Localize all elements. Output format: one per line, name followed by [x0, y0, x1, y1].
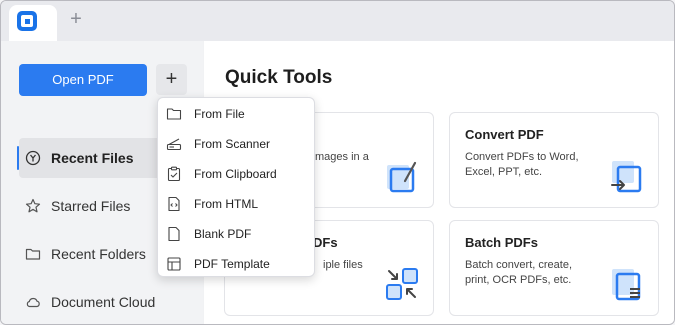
menu-item-label: From File [194, 107, 245, 121]
card-description: Batch convert, create, print, OCR PDFs, … [465, 259, 572, 286]
app-logo-icon [17, 11, 37, 31]
quick-tool-card-convert-pdf[interactable]: Convert PDF Convert PDFs to Word, Excel,… [449, 112, 659, 208]
blank-page-icon [166, 226, 182, 242]
menu-item-label: From Clipboard [194, 167, 277, 181]
image-to-pdf-icon [383, 157, 421, 195]
menu-item-from-file[interactable]: From File [158, 99, 314, 129]
convert-pdf-icon [608, 157, 646, 195]
sidebar-item-label: Recent Folders [51, 246, 146, 262]
menu-item-from-html[interactable]: From HTML [158, 189, 314, 219]
open-pdf-button[interactable]: Open PDF [19, 64, 147, 96]
scanner-icon [166, 136, 182, 152]
menu-item-from-clipboard[interactable]: From Clipboard [158, 159, 314, 189]
sidebar-item-label: Document Cloud [51, 294, 156, 310]
tab-bar: + [1, 1, 674, 41]
batch-pdfs-icon [608, 265, 646, 303]
folder-icon [24, 245, 42, 263]
menu-item-label: Blank PDF [194, 227, 252, 241]
html-file-icon [166, 196, 182, 212]
cloud-icon [24, 293, 42, 311]
menu-item-label: From Scanner [194, 137, 271, 151]
card-description: Convert PDFs to Word, Excel, PPT, etc. [465, 151, 579, 178]
create-pdf-menu: From File From Scanner From Clipboard Fr… [157, 97, 315, 277]
menu-item-blank-pdf[interactable]: Blank PDF [158, 219, 314, 249]
recent-files-icon [24, 149, 42, 167]
star-icon [24, 197, 42, 215]
clipboard-icon [166, 166, 182, 182]
template-icon [166, 256, 182, 272]
card-title: Convert PDF [465, 127, 544, 142]
menu-item-label: From HTML [194, 197, 258, 211]
card-title: DFs [313, 235, 338, 250]
folder-icon [166, 106, 182, 122]
sidebar-item-label: Recent Files [51, 150, 134, 166]
menu-item-pdf-template[interactable]: PDF Template [158, 249, 314, 279]
card-description: mages in a [315, 151, 369, 163]
create-pdf-plus-button[interactable]: + [156, 64, 187, 95]
page-title: Quick Tools [225, 67, 333, 88]
quick-tool-card-batch-pdfs[interactable]: Batch PDFs Batch convert, create, print,… [449, 220, 659, 316]
new-tab-button[interactable]: + [65, 9, 87, 31]
sidebar-item-label: Starred Files [51, 198, 131, 214]
card-title: Batch PDFs [465, 235, 538, 250]
menu-item-label: PDF Template [194, 257, 270, 271]
menu-item-from-scanner[interactable]: From Scanner [158, 129, 314, 159]
app-window: + Open PDF + Recent Files Starred Files … [0, 0, 675, 325]
combine-pdfs-icon [383, 265, 421, 303]
sidebar-item-document-cloud[interactable]: Document Cloud [19, 282, 197, 322]
